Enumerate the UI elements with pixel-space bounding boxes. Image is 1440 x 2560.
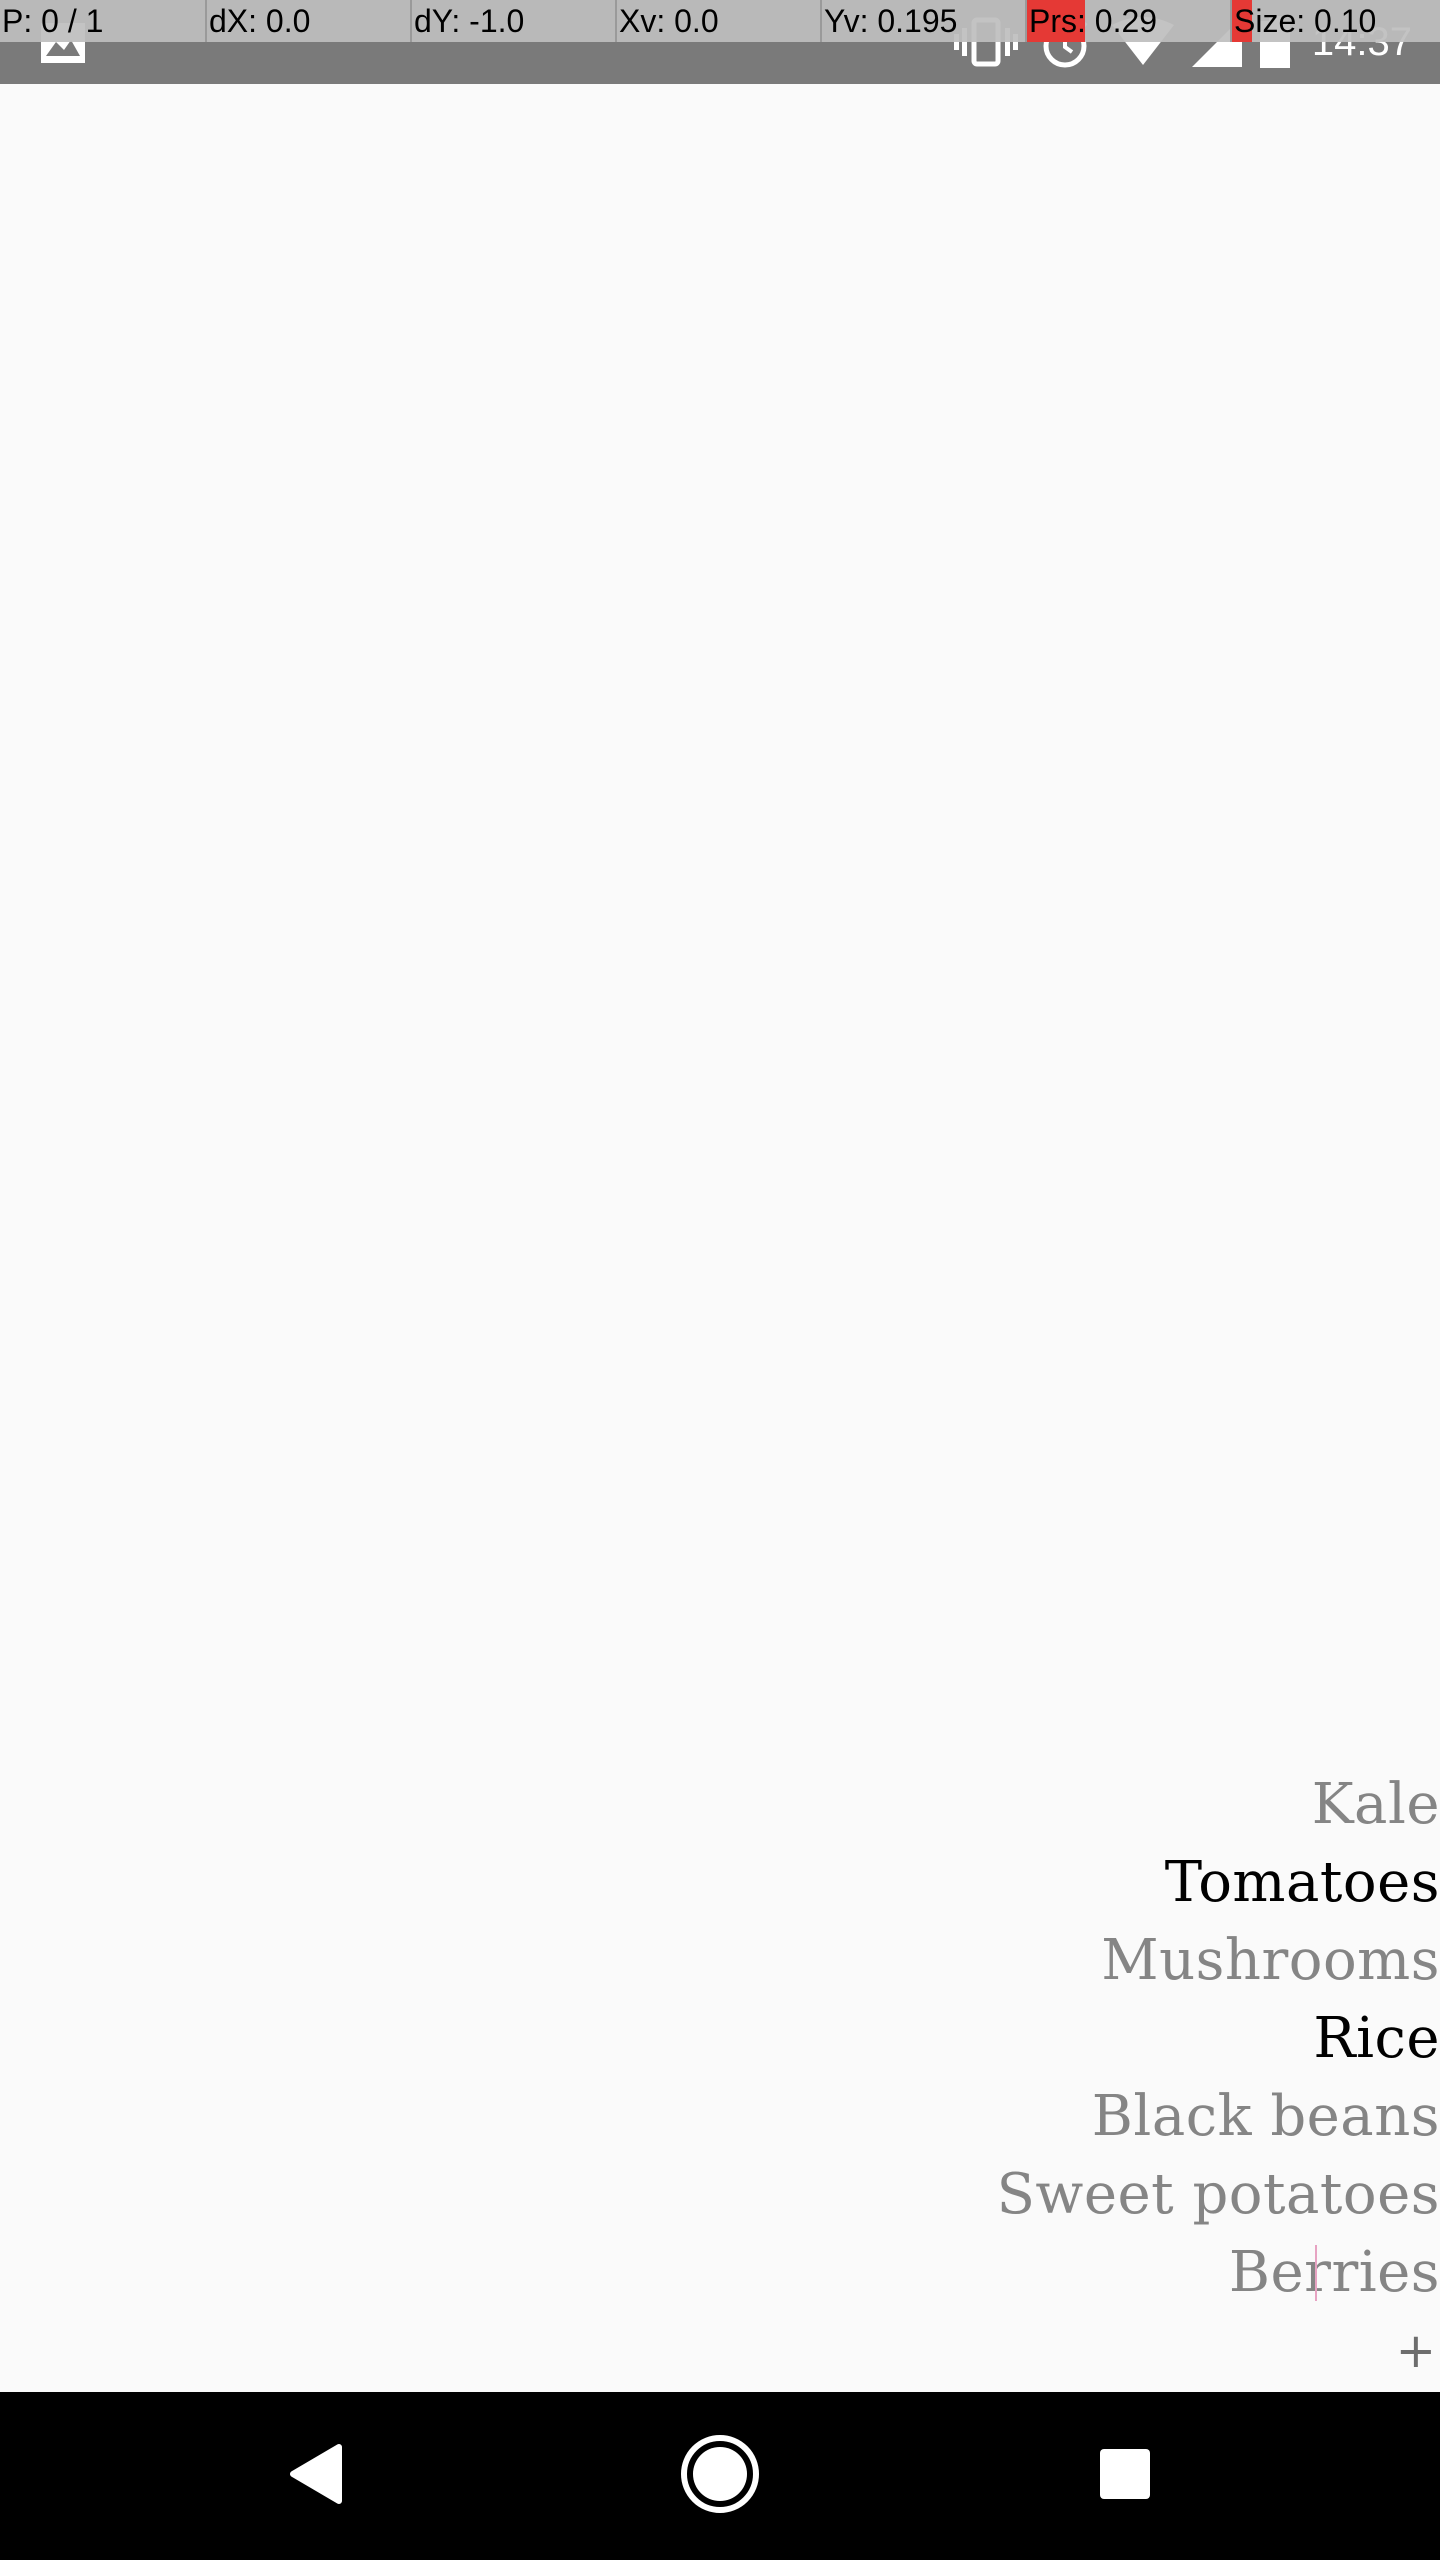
- recents-icon: [1097, 2446, 1153, 2507]
- back-button[interactable]: [270, 2392, 360, 2560]
- list-item-sweet-potatoes[interactable]: Sweet potatoes: [997, 2156, 1440, 2234]
- list-item-tomatoes[interactable]: Tomatoes: [1165, 1844, 1440, 1922]
- debug-yv: Yv: 0.195: [820, 0, 1025, 42]
- list-item-kale[interactable]: Kale: [1312, 1766, 1440, 1844]
- text-cursor: [1315, 2245, 1317, 2301]
- home-button[interactable]: [668, 2392, 772, 2560]
- pointer-debug-overlay: P: 0 / 1 dX: 0.0 dY: -1.0 Xv: 0.0 Yv: 0.…: [0, 0, 1440, 42]
- list-item-mushrooms[interactable]: Mushrooms: [1101, 1922, 1440, 2000]
- debug-dx: dX: 0.0: [205, 0, 410, 42]
- debug-pressure: Prs: 0.29: [1025, 0, 1230, 42]
- add-item-button[interactable]: +: [1396, 2312, 1440, 2390]
- list-item-berries[interactable]: Berries: [1229, 2234, 1440, 2312]
- home-icon: [680, 2434, 760, 2519]
- list-item-rice[interactable]: Rice: [1313, 2000, 1440, 2078]
- list-item-black-beans[interactable]: Black beans: [1092, 2078, 1440, 2156]
- debug-pointer-count: P: 0 / 1: [2, 3, 104, 39]
- recents-button[interactable]: [1080, 2392, 1170, 2560]
- debug-size: Size: 0.10: [1230, 0, 1435, 42]
- debug-dy: dY: -1.0: [410, 0, 615, 42]
- navigation-bar: [0, 2392, 1440, 2560]
- debug-xv: Xv: 0.0: [615, 0, 820, 42]
- back-icon: [287, 2443, 343, 2510]
- item-list: Kale Tomatoes Mushrooms Rice Black beans…: [997, 1766, 1440, 2390]
